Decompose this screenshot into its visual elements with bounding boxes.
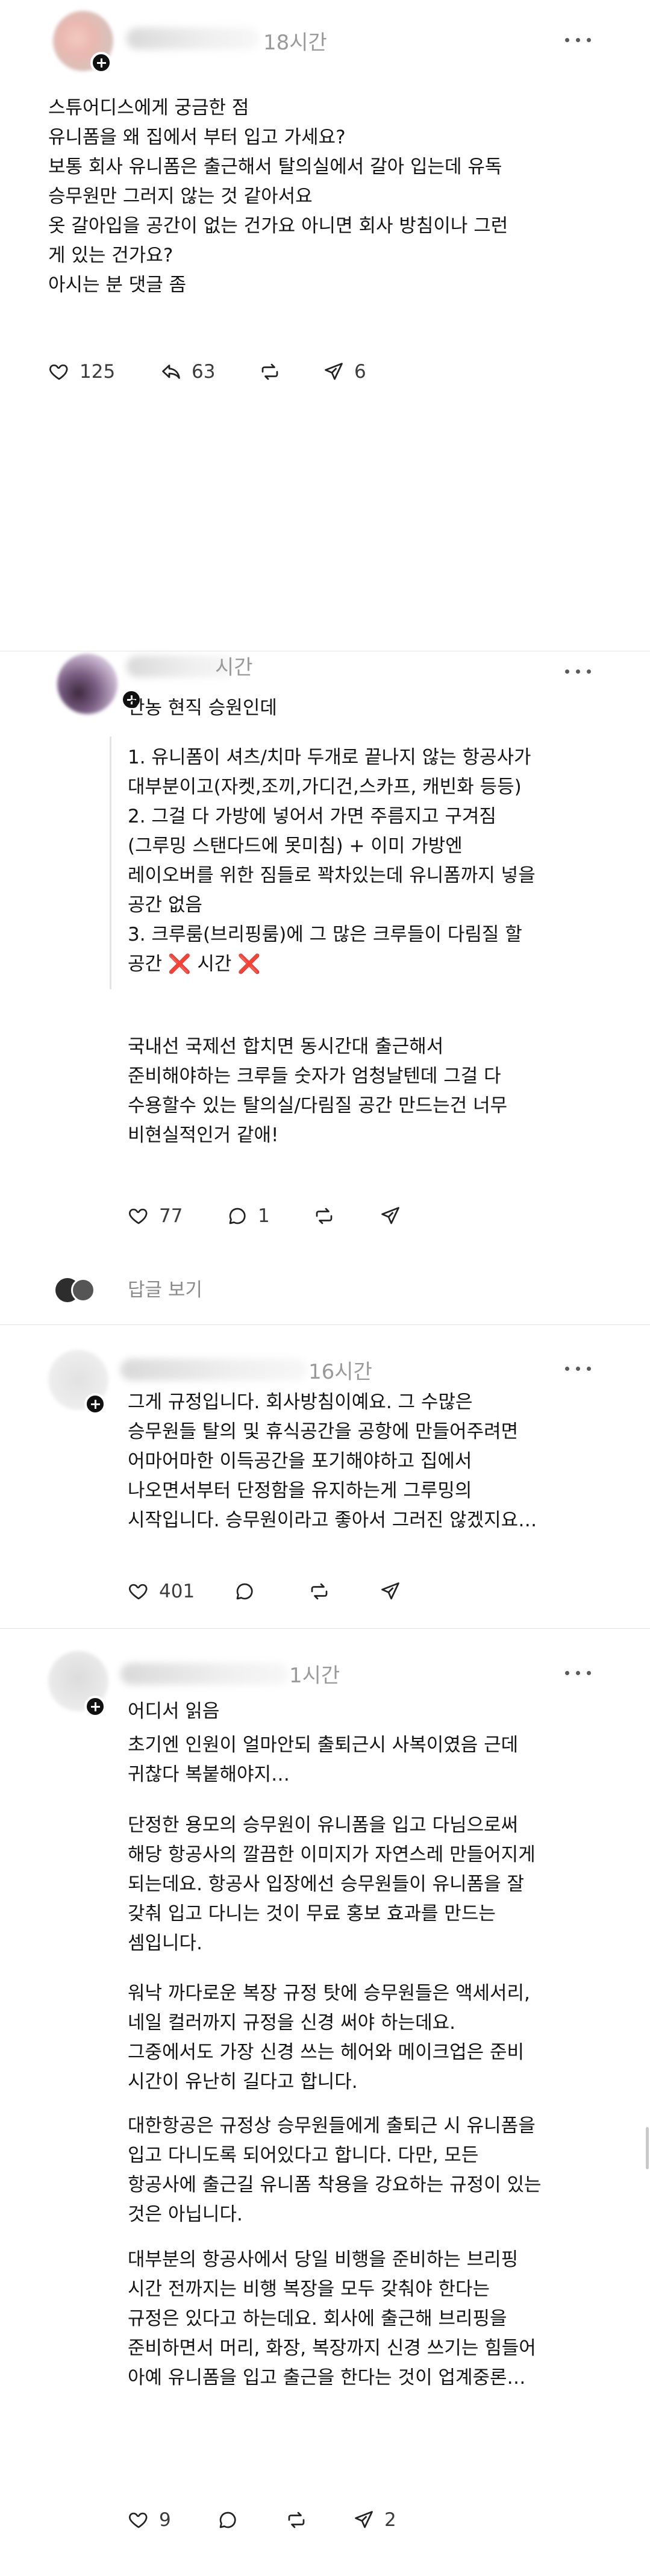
reply-divider <box>0 1628 650 1629</box>
share-button[interactable] <box>380 1202 410 1230</box>
reply-time: 1시간 <box>289 1664 340 1688</box>
reply-time: 시간 <box>215 656 253 680</box>
avatar[interactable] <box>53 11 113 74</box>
follow-plus-icon[interactable] <box>84 1696 106 1717</box>
reply-paragraph-3: 워낙 까다로운 복장 규정 탓에 승무원들은 액세서리, 네일 컬러까지 규정을… <box>128 1982 530 2093</box>
comment-bubble-icon <box>229 1208 246 1224</box>
repost-icon <box>261 363 278 380</box>
avatar[interactable] <box>57 654 142 714</box>
cross-mark-icon: ❌ <box>237 953 261 975</box>
comment-button[interactable] <box>234 1577 264 1606</box>
username-blurred[interactable] <box>127 28 259 49</box>
post-actions: 125 63 6 <box>48 357 410 386</box>
heart-icon <box>129 2512 148 2528</box>
repost-icon <box>311 1583 328 1600</box>
reply-paragraph-5: 대부분의 항공사에서 당일 비행을 준비하는 브리핑 시간 전까지는 비행 복장… <box>128 2249 536 2389</box>
reply-paragraph-4: 대한항공은 규정상 승무원들에게 출퇴근 시 유니폼을 입고 다니도록 되어있다… <box>128 2115 542 2225</box>
share-button[interactable]: 2 <box>353 2505 413 2534</box>
view-replies-link[interactable]: 답글 보기 <box>128 1276 202 1305</box>
username-blurred[interactable] <box>120 1359 307 1380</box>
username-blurred[interactable] <box>120 1663 289 1685</box>
scrollbar-thumb[interactable] <box>646 2127 649 2169</box>
reply-body: 그게 규정입니다. 회사방침이예요. 그 수많은 승무원들 탈의 및 휴식공간을… <box>128 1391 537 1531</box>
reply-paragraph-2: 단정한 용모의 승무원이 유니폼을 입고 다님으로써 해당 항공사의 깔끔한 이… <box>128 1814 536 1954</box>
repost-toggle-button[interactable] <box>259 357 289 386</box>
post-body: 스튜어디스에게 궁금한 점 유니폼을 왜 집에서 부터 입고 가세요? 보통 회… <box>48 97 508 296</box>
avatar[interactable] <box>48 1350 108 1415</box>
avatar[interactable] <box>48 1651 108 1717</box>
heart-icon <box>129 1584 148 1600</box>
heart-icon <box>49 364 68 380</box>
follow-plus-icon[interactable] <box>90 52 112 74</box>
more-options-icon[interactable] <box>565 1667 595 1679</box>
heart-icon <box>129 1208 148 1224</box>
reply-arrow-icon <box>162 365 180 379</box>
post-time: 18시간 <box>263 31 327 55</box>
reply-body: 국내선 국제선 합치면 동시간대 출근해서 준비해야하는 크루들 숫자가 엄청날… <box>128 1036 508 1146</box>
send-icon <box>381 1582 399 1600</box>
comment-bubble-icon <box>236 1583 253 1600</box>
repost-button[interactable] <box>313 1202 343 1230</box>
more-options-icon[interactable] <box>565 1362 595 1374</box>
quoted-text: 1. 유니폼이 셔츠/치마 두개로 끝나지 않는 항공사가 대부분이고(자켓,조… <box>128 743 536 979</box>
comment-button[interactable] <box>217 2505 247 2534</box>
reply-actions: 77 1 <box>128 1202 429 1230</box>
reply-actions: 401 <box>128 1577 429 1606</box>
like-button[interactable]: 401 <box>128 1577 206 1606</box>
repost-button[interactable]: 63 <box>160 357 227 386</box>
like-button[interactable]: 125 <box>48 357 120 386</box>
more-options-icon[interactable] <box>565 665 595 677</box>
comment-bubble-icon <box>219 2512 236 2528</box>
quote-bar <box>110 736 111 989</box>
repost-icon <box>288 2512 305 2528</box>
more-options-icon[interactable] <box>565 34 595 46</box>
reply-intro: 어디서 읽음 <box>128 1700 220 1722</box>
cross-mark-icon: ❌ <box>167 953 192 975</box>
share-button[interactable]: 6 <box>323 357 383 386</box>
share-button[interactable] <box>380 1577 410 1606</box>
replier-avatars[interactable] <box>55 1276 98 1303</box>
send-icon <box>355 2511 373 2528</box>
like-button[interactable]: 9 <box>128 2505 188 2534</box>
repost-button[interactable] <box>308 1577 339 1606</box>
like-button[interactable]: 77 <box>128 1202 194 1230</box>
follow-plus-icon[interactable] <box>84 1393 106 1415</box>
reply-paragraph-1: 초기엔 인원이 얼마안되 출퇴근시 사복이였음 근데 귀찮다 복붙해야지… <box>128 1734 519 1785</box>
quote-last-line: 공간 ❌ 시간 ❌ <box>128 953 261 975</box>
comment-button[interactable]: 1 <box>227 1202 281 1230</box>
reply-time: 16시간 <box>308 1360 372 1384</box>
send-icon <box>381 1207 399 1224</box>
reply-actions: 9 2 <box>128 2505 429 2534</box>
reply-intro: 안농 현직 승원인데 <box>128 697 277 719</box>
reply-divider <box>0 1324 650 1325</box>
repost-button[interactable] <box>286 2505 316 2534</box>
repost-icon <box>316 1208 333 1224</box>
send-icon <box>325 363 343 380</box>
